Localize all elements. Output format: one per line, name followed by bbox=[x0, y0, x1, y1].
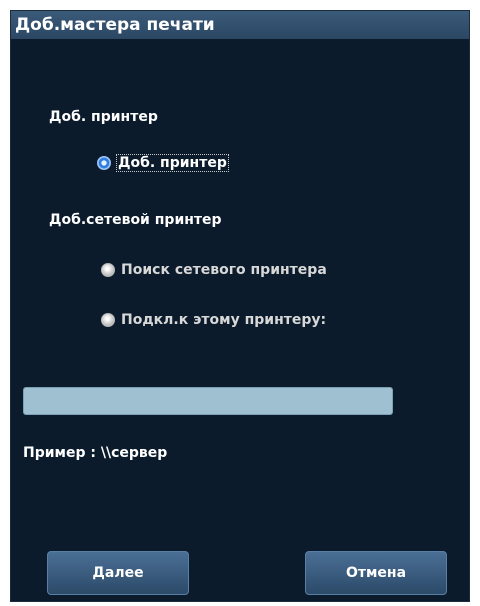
radio-search-network-printer[interactable]: Поиск сетевого принтера bbox=[101, 262, 327, 278]
add-printer-wizard-window: Доб.мастера печати Доб. принтер Доб. при… bbox=[10, 10, 470, 602]
radio-unchecked-icon[interactable] bbox=[101, 263, 115, 277]
radio-search-network-printer-label[interactable]: Поиск сетевого принтера bbox=[121, 262, 327, 278]
radio-unchecked-icon[interactable] bbox=[101, 313, 115, 327]
add-printer-section-label: Доб. принтер bbox=[49, 109, 158, 125]
example-hint: Пример : \\сервер bbox=[23, 445, 168, 461]
next-button[interactable]: Далее bbox=[47, 551, 189, 595]
printer-path-input[interactable] bbox=[23, 387, 393, 415]
radio-connect-to-printer-label[interactable]: Подкл.к этому принтеру: bbox=[121, 312, 326, 328]
radio-connect-to-printer[interactable]: Подкл.к этому принтеру: bbox=[101, 312, 326, 328]
window-title: Доб.мастера печати bbox=[11, 11, 469, 39]
radio-checked-icon[interactable] bbox=[97, 156, 111, 170]
radio-add-printer-label[interactable]: Доб. принтер bbox=[116, 154, 229, 172]
network-printer-section-label: Доб.сетевой принтер bbox=[49, 212, 222, 228]
cancel-button[interactable]: Отмена bbox=[305, 551, 447, 595]
radio-add-printer[interactable]: Доб. принтер bbox=[97, 154, 229, 172]
